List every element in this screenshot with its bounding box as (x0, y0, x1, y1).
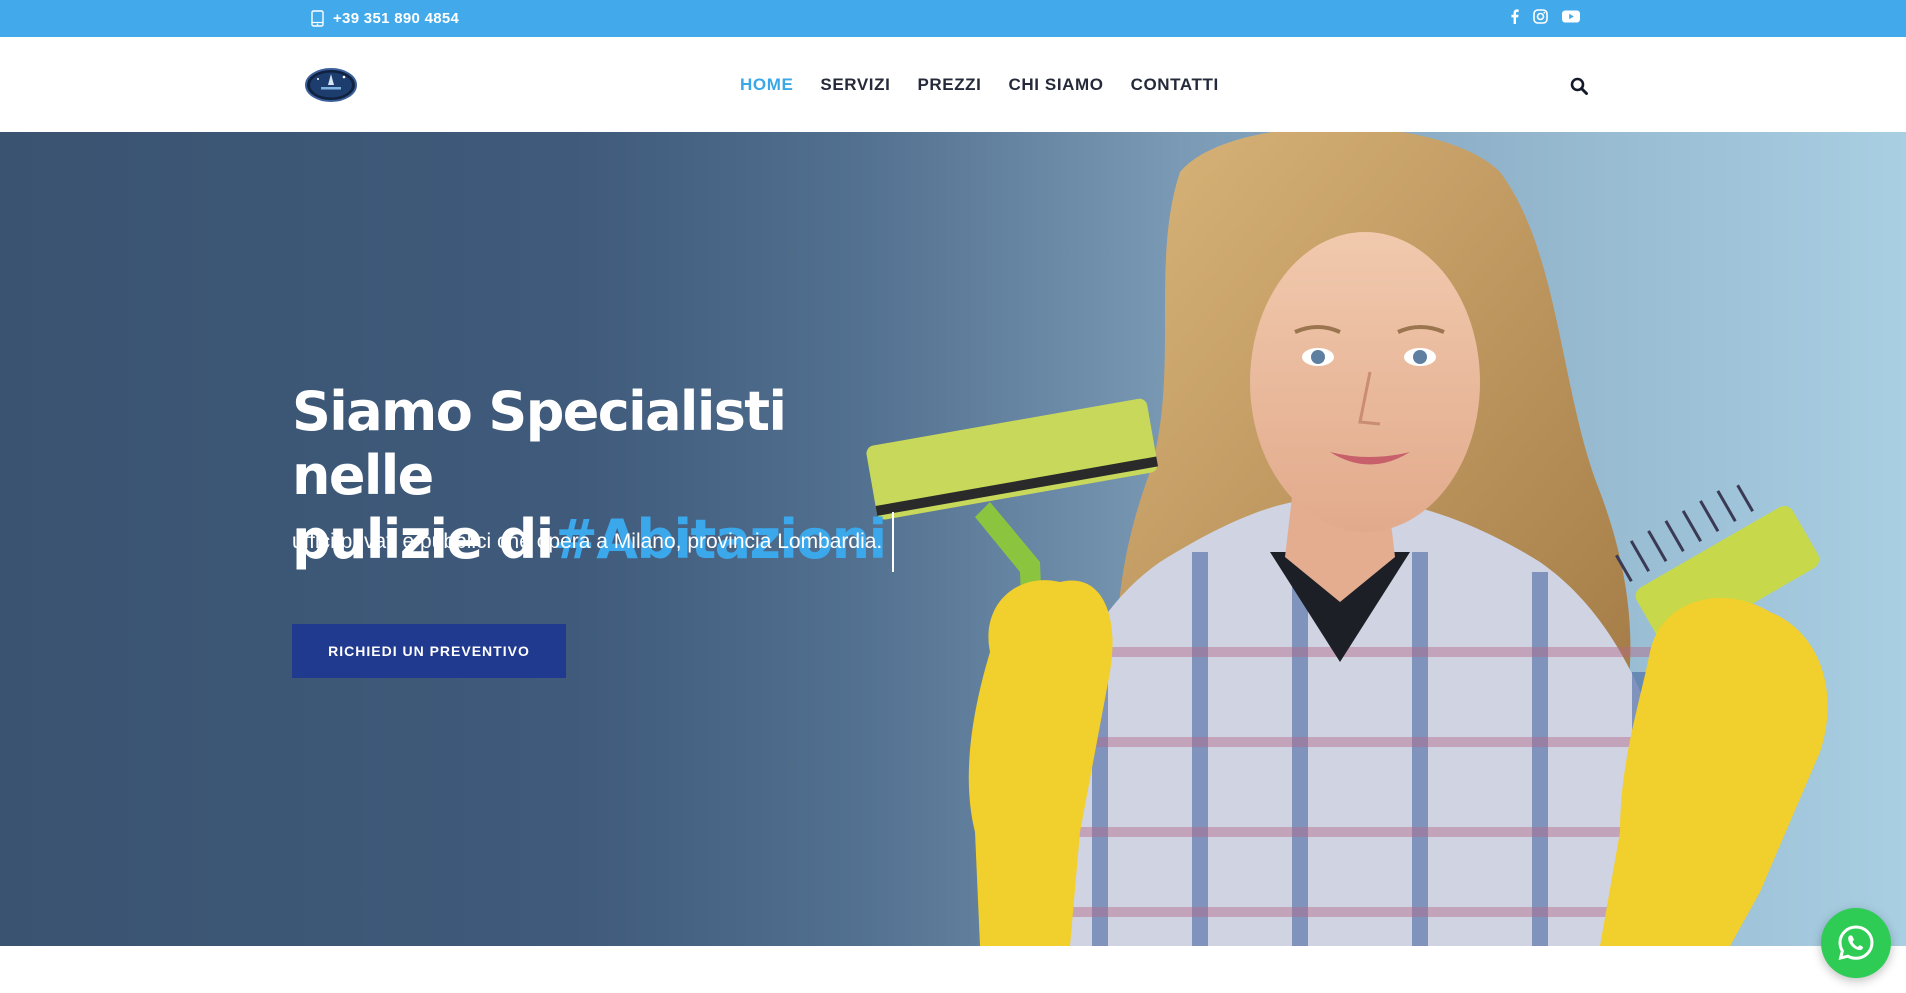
search-icon[interactable] (1570, 77, 1588, 95)
hero-cleaning-woman-image (866, 132, 1828, 946)
youtube-icon[interactable] (1562, 10, 1580, 23)
mobile-phone-icon (311, 10, 324, 27)
phone-contact[interactable]: +39 351 890 4854 (311, 0, 459, 37)
social-links (1510, 0, 1580, 33)
phone-number: +39 351 890 4854 (333, 10, 460, 27)
company-logo[interactable] (305, 68, 357, 102)
hero-title-line1: Siamo Specialisti nelle (292, 380, 787, 507)
hero-section: Siamo Specialisti nelle pulizie di#Abita… (0, 132, 1906, 946)
nav-chi-siamo[interactable]: CHI SIAMO (1008, 75, 1103, 95)
nav-contatti[interactable]: CONTATTI (1131, 75, 1219, 95)
facebook-icon[interactable] (1510, 9, 1519, 24)
nav-home[interactable]: HOME (740, 75, 793, 95)
hero-subtitle: uffici privati e pubblici che opera a Mi… (292, 530, 883, 553)
top-bar: +39 351 890 4854 (0, 0, 1906, 37)
nav-prezzi[interactable]: PREZZI (917, 75, 981, 95)
instagram-icon[interactable] (1533, 9, 1548, 24)
whatsapp-button[interactable] (1821, 908, 1891, 978)
nav-servizi[interactable]: SERVIZI (820, 75, 890, 95)
whatsapp-icon (1838, 925, 1874, 961)
request-quote-button[interactable]: RICHIEDI UN PREVENTIVO (292, 624, 566, 678)
site-header: HOME SERVIZI PREZZI CHI SIAMO CONTATTI (0, 37, 1906, 132)
main-nav: HOME SERVIZI PREZZI CHI SIAMO CONTATTI (740, 37, 1219, 132)
